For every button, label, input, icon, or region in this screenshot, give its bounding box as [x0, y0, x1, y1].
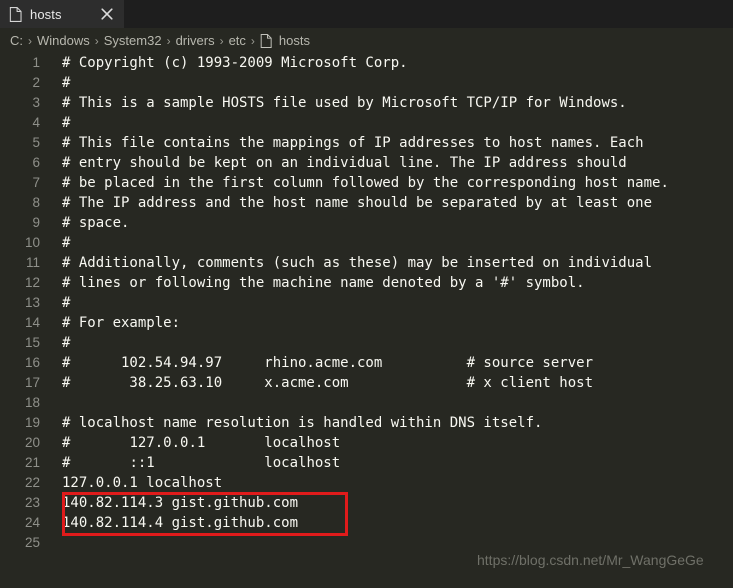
code-line[interactable]: 5 # This file contains the mappings of IP… — [0, 133, 733, 153]
line-content[interactable]: # — [40, 233, 733, 253]
breadcrumb-item-windows[interactable]: Windows — [37, 33, 90, 48]
line-number: 6 — [32, 155, 40, 170]
code-line[interactable]: 6 # entry should be kept on an individual… — [0, 153, 733, 173]
line-number: 7 — [32, 175, 40, 190]
line-number: 18 — [24, 395, 40, 410]
code-line[interactable]: 13 # — [0, 293, 733, 313]
line-content[interactable]: 140.82.114.4 gist.github.com — [40, 513, 733, 533]
breadcrumb-item-c[interactable]: C: — [10, 33, 23, 48]
code-line[interactable]: 20 # 127.0.0.1 localhost — [0, 433, 733, 453]
tab-bar: hosts — [0, 0, 733, 28]
line-content[interactable]: # localhost name resolution is handled w… — [40, 413, 733, 433]
code-line[interactable]: 18 — [0, 393, 733, 413]
line-number: 1 — [32, 55, 40, 70]
line-content[interactable]: # space. — [40, 213, 733, 233]
breadcrumb-item-drivers[interactable]: drivers — [176, 33, 215, 48]
code-line[interactable]: 16 # 102.54.94.97 rhino.acme.com # source… — [0, 353, 733, 373]
line-content[interactable]: # For example: — [40, 313, 733, 333]
line-number: 2 — [32, 75, 40, 90]
line-content[interactable]: # 38.25.63.10 x.acme.com # x client host — [40, 373, 733, 393]
line-content[interactable] — [40, 393, 733, 413]
line-number: 25 — [24, 535, 40, 550]
tab-bar-empty-area — [124, 0, 733, 28]
line-number: 9 — [32, 215, 40, 230]
line-number: 11 — [25, 255, 40, 270]
code-line[interactable]: 19 # localhost name resolution is handled… — [0, 413, 733, 433]
breadcrumb-separator: › — [28, 33, 32, 48]
line-content[interactable]: # 127.0.0.1 localhost — [40, 433, 733, 453]
line-content[interactable]: # — [40, 113, 733, 133]
line-number: 16 — [24, 355, 40, 370]
line-number: 4 — [32, 115, 40, 130]
code-line[interactable]: 25 — [0, 533, 733, 553]
code-line[interactable]: 23 140.82.114.3 gist.github.com — [0, 493, 733, 513]
breadcrumb-item-system32[interactable]: System32 — [104, 33, 162, 48]
line-number: 12 — [24, 275, 40, 290]
line-content[interactable]: 140.82.114.3 gist.github.com — [40, 493, 733, 513]
breadcrumb: C: › Windows › System32 › drivers › etc … — [0, 28, 733, 53]
code-line[interactable]: 8 # The IP address and the host name shou… — [0, 193, 733, 213]
line-content[interactable]: # 102.54.94.97 rhino.acme.com # source s… — [40, 353, 733, 373]
file-icon — [9, 6, 22, 22]
line-number: 5 — [32, 135, 40, 150]
line-number: 17 — [24, 375, 40, 390]
line-content[interactable]: # entry should be kept on an individual … — [40, 153, 733, 173]
line-number: 14 — [24, 315, 40, 330]
code-line[interactable]: 9 # space. — [0, 213, 733, 233]
code-lines-container: 1 # Copyright (c) 1993-2009 Microsoft Cor… — [0, 53, 733, 553]
breadcrumb-separator: › — [166, 33, 171, 48]
breadcrumb-item-etc[interactable]: etc — [229, 33, 246, 48]
line-content[interactable]: # — [40, 293, 733, 313]
line-number: 3 — [32, 95, 40, 110]
code-line[interactable]: 24 140.82.114.4 gist.github.com — [0, 513, 733, 533]
code-line[interactable]: 3 # This is a sample HOSTS file used by M… — [0, 93, 733, 113]
code-line[interactable]: 22 127.0.0.1 localhost — [0, 473, 733, 493]
code-line[interactable]: 1 # Copyright (c) 1993-2009 Microsoft Cor… — [0, 53, 733, 73]
line-content[interactable]: 127.0.0.1 localhost — [40, 473, 733, 493]
breadcrumb-separator: › — [219, 33, 224, 48]
code-editor[interactable]: 1 # Copyright (c) 1993-2009 Microsoft Cor… — [0, 53, 733, 588]
code-line[interactable]: 4 # — [0, 113, 733, 133]
line-content[interactable]: # be placed in the first column followed… — [40, 173, 733, 193]
line-content[interactable]: # — [40, 333, 733, 353]
line-number: 23 — [24, 495, 40, 510]
code-line[interactable]: 15 # — [0, 333, 733, 353]
line-number: 10 — [24, 235, 40, 250]
code-line[interactable]: 12 # lines or following the machine name … — [0, 273, 733, 293]
code-line[interactable]: 2 # — [0, 73, 733, 93]
code-line[interactable]: 17 # 38.25.63.10 x.acme.com # x client ho… — [0, 373, 733, 393]
code-line[interactable]: 14 # For example: — [0, 313, 733, 333]
line-content[interactable]: # — [40, 73, 733, 93]
line-number: 20 — [24, 435, 40, 450]
line-number: 22 — [24, 475, 40, 490]
line-content[interactable] — [40, 533, 733, 553]
breadcrumb-separator: › — [94, 33, 99, 48]
line-content[interactable]: # Copyright (c) 1993-2009 Microsoft Corp… — [40, 53, 733, 73]
line-number: 15 — [24, 335, 40, 350]
line-number: 8 — [32, 195, 40, 210]
line-number: 24 — [24, 515, 40, 530]
code-line[interactable]: 7 # be placed in the first column followe… — [0, 173, 733, 193]
watermark-text: https://blog.csdn.net/Mr_WangGeGe — [477, 552, 704, 568]
line-content[interactable]: # The IP address and the host name shoul… — [40, 193, 733, 213]
tab-hosts[interactable]: hosts — [0, 0, 124, 28]
line-content[interactable]: # Additionally, comments (such as these)… — [40, 253, 733, 273]
line-content[interactable]: # ::1 localhost — [40, 453, 733, 473]
tab-label: hosts — [30, 6, 62, 22]
code-line[interactable]: 21 # ::1 localhost — [0, 453, 733, 473]
code-line[interactable]: 11 # Additionally, comments (such as thes… — [0, 253, 733, 273]
line-content[interactable]: # This file contains the mappings of IP … — [40, 133, 733, 153]
line-content[interactable]: # lines or following the machine name de… — [40, 273, 733, 293]
file-icon — [260, 33, 272, 48]
line-content[interactable]: # This is a sample HOSTS file used by Mi… — [40, 93, 733, 113]
breadcrumb-item-hosts-label: hosts — [278, 33, 310, 48]
code-line[interactable]: 10 # — [0, 233, 733, 253]
line-number: 19 — [24, 415, 40, 430]
close-icon[interactable] — [98, 5, 116, 23]
line-number: 13 — [24, 295, 40, 310]
breadcrumb-separator: › — [250, 33, 255, 48]
breadcrumb-item-hosts[interactable]: hosts — [260, 33, 310, 48]
line-number: 21 — [24, 455, 40, 470]
